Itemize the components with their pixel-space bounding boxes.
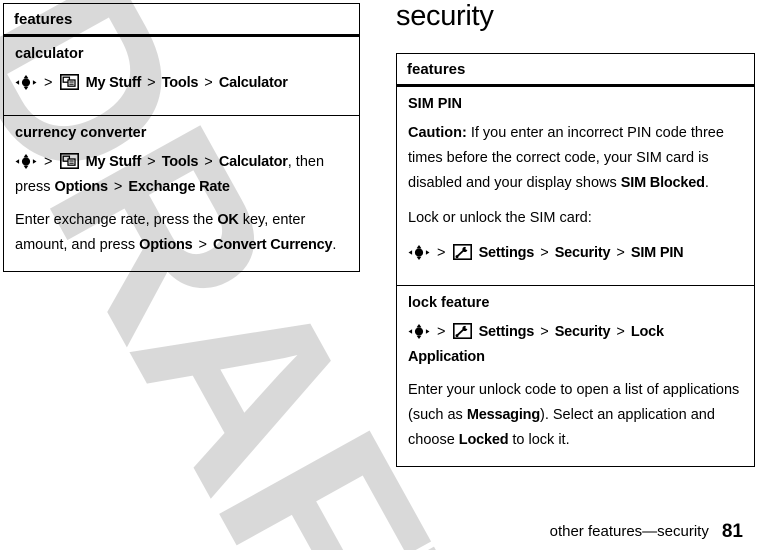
row-title: lock feature	[408, 295, 490, 311]
table-body: calculator > My Stuff > Tools > Calculat…	[4, 37, 359, 271]
menu-item-label: Calculator	[218, 75, 288, 91]
menu-item-label: Options	[54, 179, 109, 195]
path-separator: >	[437, 324, 450, 340]
path-separator: >	[612, 245, 629, 261]
menu-item-label: Messaging	[466, 407, 540, 423]
nav-key-icon	[15, 75, 37, 90]
path-separator: >	[143, 75, 160, 91]
my-stuff-icon	[59, 74, 79, 90]
path-separator: >	[200, 154, 217, 170]
menu-item-label: OK	[217, 212, 239, 228]
menu-item-label: Exchange Rate	[128, 179, 230, 195]
table-header-features: features	[4, 4, 359, 37]
path-separator: >	[44, 75, 57, 91]
path-separator: >	[612, 324, 629, 340]
my-stuff-icon	[59, 153, 79, 169]
table-row: calculator > My Stuff > Tools > Calculat…	[4, 37, 359, 116]
menu-item-label: Options	[139, 237, 193, 253]
path-separator: >	[44, 154, 57, 170]
paragraph: Enter exchange rate, press the OK key, e…	[15, 212, 337, 253]
emphasis-label: Caution:	[408, 125, 467, 141]
menu-path: > My Stuff > Tools > Calculator	[15, 71, 348, 96]
footer-breadcrumb: other features—security	[549, 523, 709, 540]
path-separator: >	[143, 154, 160, 170]
menu-item-label: My Stuff	[85, 154, 142, 170]
table-row: SIM PIN Caution: If you enter an incorrec…	[397, 87, 754, 286]
nav-key-icon	[408, 324, 430, 339]
menu-item-label: Tools	[161, 75, 199, 91]
menu-item-label: Settings	[478, 245, 535, 261]
paragraph: Enter your unlock code to open a list of…	[408, 382, 740, 448]
menu-item-label: Security	[554, 324, 611, 340]
row-title: SIM PIN	[408, 96, 462, 112]
menu-item-label: SIM Blocked	[620, 175, 705, 191]
row-title: currency converter	[15, 125, 147, 141]
table-row: currency converter > My Stuff > Tools > …	[4, 116, 359, 271]
menu-item-label: Tools	[161, 154, 199, 170]
path-separator: >	[536, 324, 553, 340]
nav-key-icon	[15, 154, 37, 169]
table-row: lock feature > Settings > Security > Loc…	[397, 286, 754, 466]
features-table-right: features SIM PIN Caution: If you enter an…	[396, 53, 755, 467]
path-separator: >	[536, 245, 553, 261]
paragraph: Lock or unlock the SIM card:	[408, 210, 592, 226]
page-title: security	[396, 0, 494, 32]
path-separator: >	[109, 179, 127, 195]
page-footer: other features—security 81	[0, 521, 743, 543]
path-separator: >	[437, 245, 450, 261]
menu-path: > My Stuff > Tools > Calculator, then pr…	[15, 153, 325, 195]
path-separator: >	[200, 75, 217, 91]
menu-path: > Settings > Security > SIM PIN	[408, 241, 743, 266]
row-title: calculator	[15, 46, 84, 62]
menu-item-label: Security	[554, 245, 611, 261]
settings-icon	[452, 244, 472, 260]
menu-item-label: Calculator	[218, 154, 288, 170]
menu-item-label: Locked	[458, 432, 509, 448]
path-separator: >	[194, 237, 212, 253]
menu-item-label: Convert Currency	[213, 237, 333, 253]
paragraph: Caution: If you enter an incorrect PIN c…	[408, 125, 724, 191]
footer-page-number: 81	[721, 521, 743, 542]
menu-item-label: Settings	[478, 324, 535, 340]
nav-key-icon	[408, 245, 430, 260]
table-body: SIM PIN Caution: If you enter an incorrec…	[397, 87, 754, 466]
menu-item-label: My Stuff	[85, 75, 142, 91]
features-table-left: features calculator > My Stuff > Tools >…	[3, 3, 360, 272]
settings-icon	[452, 323, 472, 339]
menu-path: > Settings > Security > Lock Application	[408, 320, 743, 370]
menu-item-label: SIM PIN	[630, 245, 684, 261]
table-header-features: features	[397, 54, 754, 87]
